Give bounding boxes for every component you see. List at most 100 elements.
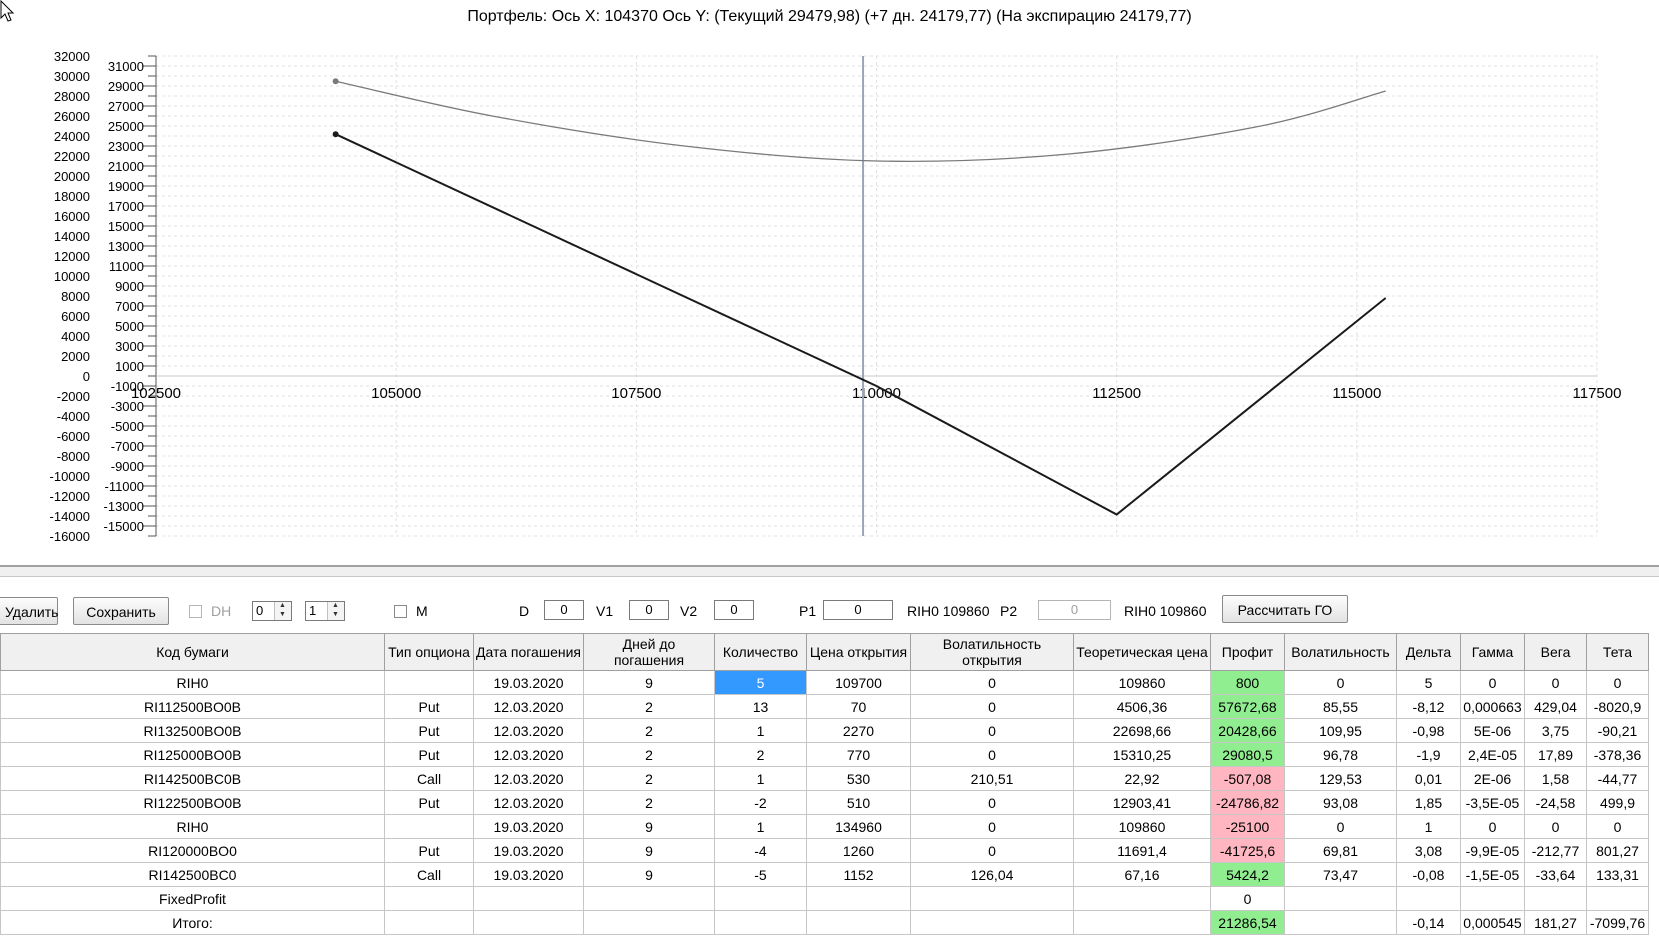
table-cell[interactable]: RI142500BC0	[0, 862, 385, 887]
table-row[interactable]: RI125000BO0B Put 12.03.2020 2 2 770 0 15310,25 2…	[0, 742, 1649, 767]
table-cell[interactable]: 19.03.2020	[473, 670, 584, 695]
table-cell[interactable]: 1152	[806, 862, 911, 887]
table-cell[interactable]: 9	[583, 814, 715, 839]
table-cell[interactable]: 499,9	[1586, 790, 1649, 815]
calculate-go-button[interactable]: Рассчитать ГО	[1222, 595, 1348, 623]
table-cell[interactable]: 12.03.2020	[473, 694, 584, 719]
table-cell[interactable]: 9	[583, 862, 715, 887]
table-row[interactable]: FixedProfit 0	[0, 886, 1649, 911]
table-cell[interactable]: 0	[1210, 886, 1285, 911]
table-cell[interactable]: 0,000545	[1460, 910, 1525, 935]
table-cell[interactable]: 4506,36	[1073, 694, 1211, 719]
table-cell[interactable]: 12.03.2020	[473, 766, 584, 791]
table-cell[interactable]: 5424,2	[1210, 862, 1285, 887]
table-cell[interactable]: RI142500BC0B	[0, 766, 385, 791]
table-row[interactable]: RI132500BO0B Put 12.03.2020 2 1 2270 0 22698,66…	[0, 718, 1649, 743]
table-cell[interactable]: -7099,76	[1586, 910, 1649, 935]
table-cell[interactable]: 129,53	[1284, 766, 1397, 791]
table-cell[interactable]: 1	[714, 814, 807, 839]
table-cell[interactable]: -41725,6	[1210, 838, 1285, 863]
table-cell[interactable]: 0	[1460, 670, 1525, 695]
table-cell[interactable]: -1,9	[1396, 742, 1461, 767]
table-cell[interactable]: Итого:	[0, 910, 385, 935]
table-cell[interactable]: Call	[384, 862, 474, 887]
table-cell[interactable]: Put	[384, 718, 474, 743]
table-cell[interactable]	[1396, 886, 1461, 911]
column-header[interactable]: Вега	[1524, 633, 1587, 671]
table-cell[interactable]: 429,04	[1524, 694, 1587, 719]
p1-input[interactable]: 0	[823, 600, 893, 620]
table-cell[interactable]: 1	[714, 766, 807, 791]
table-cell[interactable]: RI132500BO0B	[0, 718, 385, 743]
table-cell[interactable]: 1	[714, 718, 807, 743]
table-row[interactable]: RI120000BO0 Put 19.03.2020 9 -4 1260 0 11691,4-…	[0, 838, 1649, 863]
table-cell[interactable]: RI122500BO0B	[0, 790, 385, 815]
table-cell[interactable]: 1,85	[1396, 790, 1461, 815]
table-cell[interactable]: 530	[806, 766, 911, 791]
table-cell[interactable]	[384, 814, 474, 839]
table-cell[interactable]: 770	[806, 742, 911, 767]
delete-button[interactable]: Удалить	[0, 597, 58, 625]
table-cell[interactable]	[910, 886, 1074, 911]
table-cell[interactable]: -9,9E-05	[1460, 838, 1525, 863]
dh-spinner-2[interactable]: 1 ▲ ▼	[305, 601, 345, 621]
table-cell[interactable]	[806, 910, 911, 935]
column-header[interactable]: Гамма	[1460, 633, 1525, 671]
table-cell[interactable]: 0	[910, 694, 1074, 719]
table-cell[interactable]	[1284, 886, 1397, 911]
table-row[interactable]: RI142500BC0B Call 12.03.2020 2 1 530 210,51 22,…	[0, 766, 1649, 791]
spinner-arrows-icon[interactable]: ▲ ▼	[327, 602, 344, 620]
table-cell[interactable]: Call	[384, 766, 474, 791]
table-cell[interactable]: 19.03.2020	[473, 862, 584, 887]
table-cell[interactable]: 0	[910, 742, 1074, 767]
table-row[interactable]: RI112500BO0B Put 12.03.2020 2 13 70 0 4506,36 57…	[0, 694, 1649, 719]
table-cell[interactable]	[1524, 886, 1587, 911]
table-cell[interactable]: RIH0	[0, 670, 385, 695]
table-cell[interactable]: 0	[1586, 670, 1649, 695]
table-cell[interactable]: 210,51	[910, 766, 1074, 791]
column-header[interactable]: Тип опциона	[384, 633, 474, 671]
table-cell[interactable]: 3,08	[1396, 838, 1461, 863]
table-cell[interactable]: -378,36	[1586, 742, 1649, 767]
table-cell[interactable]: 2270	[806, 718, 911, 743]
table-cell[interactable]: 9	[583, 838, 715, 863]
table-cell[interactable]	[1073, 910, 1211, 935]
table-cell[interactable]: 12903,41	[1073, 790, 1211, 815]
table-cell[interactable]: 800	[1210, 670, 1285, 695]
table-cell[interactable]: 22698,66	[1073, 718, 1211, 743]
table-cell[interactable]: 15310,25	[1073, 742, 1211, 767]
column-header[interactable]: Волатильность	[1284, 633, 1397, 671]
table-cell[interactable]	[910, 910, 1074, 935]
p2-input[interactable]: 0	[1038, 600, 1111, 620]
table-cell[interactable]: 12.03.2020	[473, 742, 584, 767]
column-header[interactable]: Теоретическая цена	[1073, 633, 1211, 671]
table-cell[interactable]	[473, 886, 584, 911]
table-cell[interactable]: 2	[583, 742, 715, 767]
table-cell[interactable]: 17,89	[1524, 742, 1587, 767]
table-cell[interactable]: Put	[384, 790, 474, 815]
table-cell[interactable]: 0	[910, 838, 1074, 863]
table-cell[interactable]	[583, 910, 715, 935]
table-cell[interactable]: 801,27	[1586, 838, 1649, 863]
table-cell[interactable]: 5	[1396, 670, 1461, 695]
table-cell[interactable]: 133,31	[1586, 862, 1649, 887]
table-cell[interactable]: -0,08	[1396, 862, 1461, 887]
table-cell[interactable]: -33,64	[1524, 862, 1587, 887]
table-cell[interactable]: 2E-06	[1460, 766, 1525, 791]
table-cell[interactable]: 109860	[1073, 670, 1211, 695]
table-cell[interactable]: 0	[1586, 814, 1649, 839]
table-cell[interactable]: -0,14	[1396, 910, 1461, 935]
table-cell[interactable]: -24786,82	[1210, 790, 1285, 815]
table-cell[interactable]: 2	[583, 766, 715, 791]
table-cell[interactable]: 93,08	[1284, 790, 1397, 815]
table-row[interactable]: RI142500BC0 Call 19.03.2020 9 -5 1152 126,04 67…	[0, 862, 1649, 887]
table-cell[interactable]: 0,01	[1396, 766, 1461, 791]
table-cell[interactable]: 57672,68	[1210, 694, 1285, 719]
table-cell[interactable]	[1586, 886, 1649, 911]
table-cell[interactable]: 12.03.2020	[473, 718, 584, 743]
table-cell[interactable]	[384, 886, 474, 911]
table-cell[interactable]: 0	[1524, 814, 1587, 839]
table-cell[interactable]: 1	[1396, 814, 1461, 839]
table-cell[interactable]: 3,75	[1524, 718, 1587, 743]
table-cell[interactable]: -212,77	[1524, 838, 1587, 863]
